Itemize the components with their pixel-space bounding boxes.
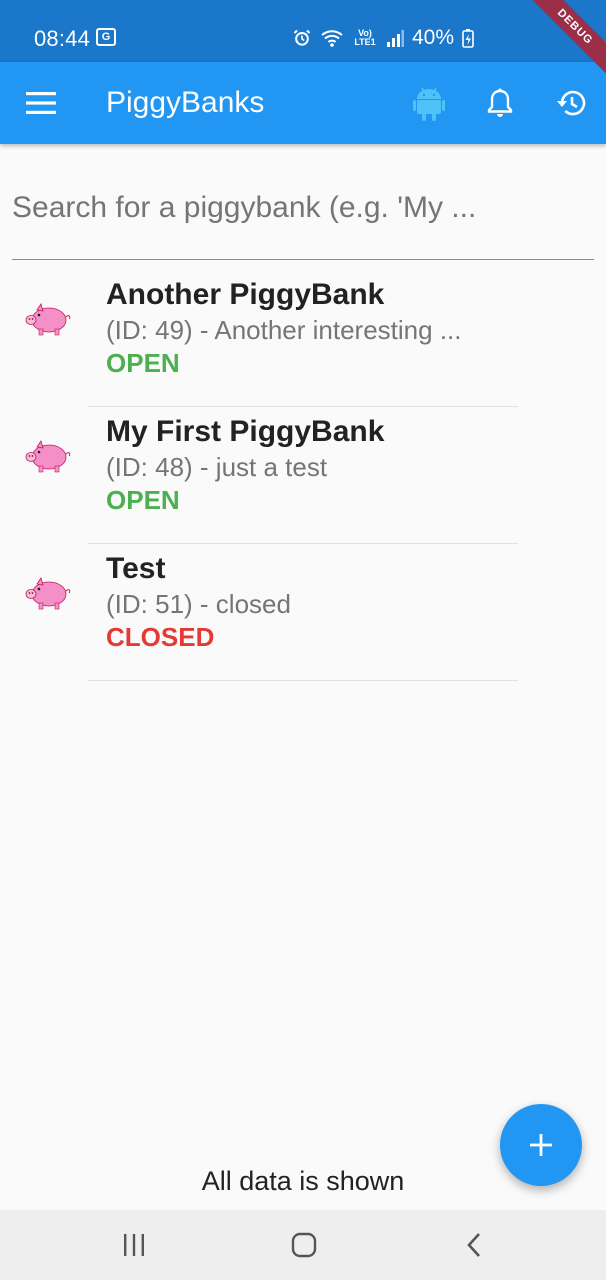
status-badge: CLOSED [106, 622, 215, 652]
menu-icon [26, 92, 56, 114]
divider [88, 680, 518, 681]
piggybank-list: Another PiggyBank (ID: 49) - Another int… [0, 270, 606, 681]
wifi-icon [321, 30, 343, 47]
piggy-icon [25, 440, 71, 473]
plus-icon [530, 1134, 552, 1156]
notifications-button[interactable] [476, 79, 524, 127]
item-title: Test [106, 552, 166, 585]
home-button[interactable] [284, 1227, 324, 1263]
android-button[interactable] [405, 79, 453, 127]
item-subtitle: (ID: 48) - just a test [106, 452, 328, 482]
item-subtitle: (ID: 49) - Another interesting ... [106, 315, 462, 345]
battery-charging-icon [462, 29, 474, 48]
piggy-icon [25, 303, 71, 336]
item-title: My First PiggyBank [106, 415, 385, 448]
item-title: Another PiggyBank [106, 278, 385, 311]
signal-icon [387, 30, 404, 47]
bell-icon [487, 88, 513, 117]
list-item[interactable]: Another PiggyBank (ID: 49) - Another int… [0, 270, 606, 407]
list-item[interactable]: My First PiggyBank (ID: 48) - just a tes… [0, 407, 606, 544]
status-badge: OPEN [106, 485, 180, 515]
app-bar: PiggyBanks [0, 62, 606, 144]
add-piggybank-button[interactable] [500, 1104, 582, 1186]
home-icon [291, 1232, 317, 1258]
system-nav-bar [0, 1210, 606, 1280]
search-input[interactable] [12, 170, 594, 246]
battery-percent: 40% [412, 26, 455, 49]
translate-icon: G [96, 28, 116, 46]
recent-apps-icon [124, 1234, 144, 1256]
status-badge: OPEN [106, 348, 180, 378]
history-button[interactable] [547, 79, 595, 127]
status-bar: 08:44 G Vo) LTE1 40% [0, 0, 606, 62]
status-time: 08:44 [34, 26, 91, 51]
list-item[interactable]: Test (ID: 51) - closed CLOSED [0, 544, 606, 681]
back-button[interactable] [454, 1227, 494, 1263]
piggy-icon [25, 577, 71, 610]
menu-button[interactable] [17, 79, 65, 127]
recent-apps-button[interactable] [114, 1227, 154, 1263]
history-icon [557, 90, 586, 116]
alarm-icon [293, 29, 311, 46]
volte-label: Vo) LTE1 [354, 28, 376, 47]
search-field[interactable] [12, 170, 594, 260]
page-title: PiggyBanks [106, 86, 265, 119]
back-icon [467, 1233, 480, 1257]
status-icons: Vo) LTE1 40% [292, 26, 474, 50]
item-subtitle: (ID: 51) - closed [106, 589, 291, 619]
android-icon [413, 87, 445, 121]
